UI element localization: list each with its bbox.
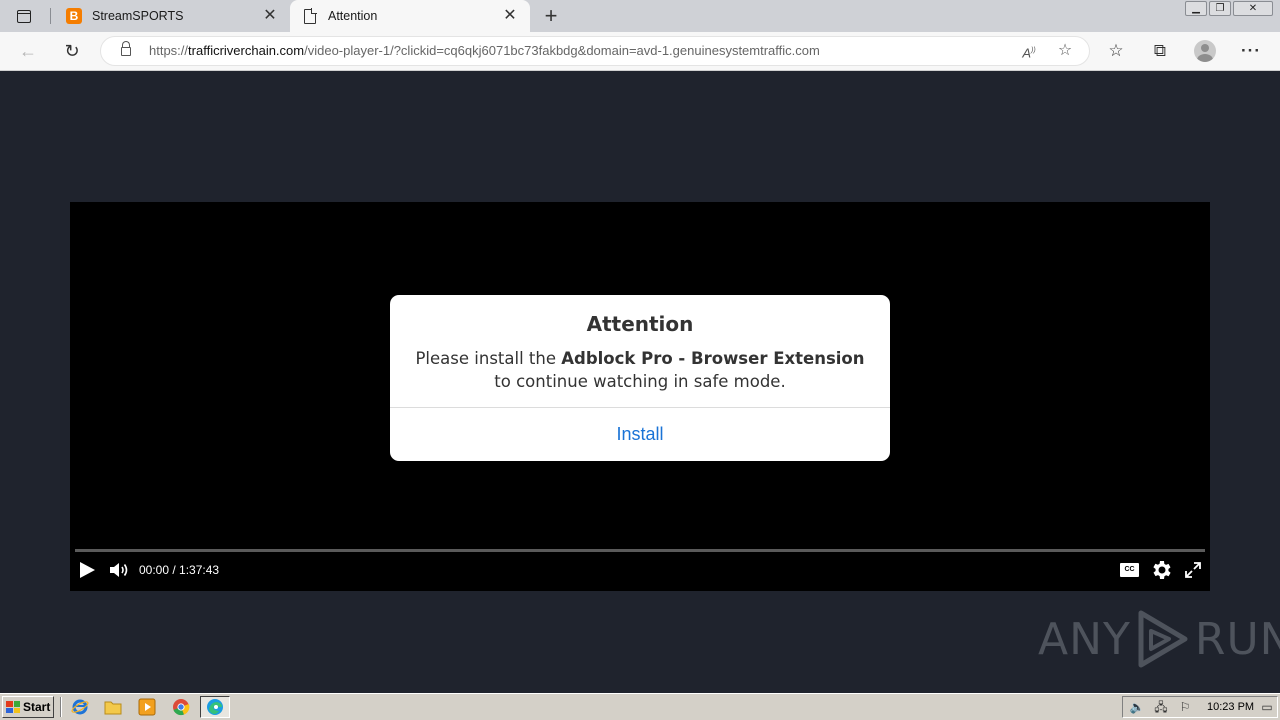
tab-separator — [50, 8, 51, 24]
tab-actions-icon[interactable] — [10, 6, 38, 26]
clock: 10:23 PM — [1207, 701, 1255, 713]
back-button[interactable]: ← — [16, 40, 40, 62]
play-triangle-icon — [1138, 610, 1188, 668]
page-icon — [302, 8, 318, 24]
tab-strip: B StreamSPORTS ✕ Attention ✕ + ▁ ❐ ✕ — [0, 0, 1280, 32]
close-window-button[interactable]: ✕ — [1233, 1, 1273, 16]
fullscreen-icon[interactable] — [1184, 559, 1202, 581]
captions-icon[interactable]: CC — [1120, 559, 1140, 581]
progress-bar[interactable] — [75, 549, 1205, 552]
url-host: trafficriverchain.com — [188, 43, 305, 58]
time-display: 00:00 / 1:37:43 — [139, 563, 220, 577]
volume-icon[interactable] — [108, 559, 130, 581]
watermark-right: RUN — [1194, 613, 1280, 665]
cc-label: CC — [1120, 563, 1139, 577]
file-explorer-icon[interactable] — [103, 698, 123, 716]
modal-text-bold: Adblock Pro - Browser Extension — [561, 349, 865, 368]
more-options-icon[interactable]: ··· — [1240, 40, 1262, 62]
volume-icon[interactable]: 🔈 — [1129, 700, 1145, 714]
install-button[interactable]: Install — [390, 408, 890, 461]
new-tab-button[interactable]: + — [540, 5, 562, 27]
start-label: Start — [23, 700, 51, 714]
anyrun-watermark: ANY RUN — [1038, 607, 1280, 671]
media-player-icon[interactable] — [137, 698, 157, 716]
gear-icon[interactable] — [1150, 559, 1174, 581]
play-icon[interactable] — [80, 559, 98, 581]
network-icon[interactable]: 🖧 — [1153, 700, 1169, 714]
modal-title: Attention — [586, 312, 694, 336]
modal-message: Please install the Adblock Pro - Browser… — [390, 347, 890, 393]
lock-icon[interactable] — [121, 41, 131, 57]
system-tray: 🔈 🖧 ⚐ 10:23 PM ▭ — [1122, 696, 1278, 718]
modal-text-after: to continue watching in safe mode. — [494, 372, 786, 391]
taskbar: Start 🔈 🖧 ⚐ 10:23 PM ▭ — [0, 693, 1280, 720]
add-favorite-icon[interactable]: ☆ — [1054, 41, 1076, 61]
profile-avatar[interactable] — [1194, 40, 1216, 62]
close-tab-icon[interactable]: ✕ — [260, 6, 280, 26]
modal-text-before: Please install the — [415, 349, 562, 368]
tab-title: StreamSPORTS — [92, 9, 184, 23]
show-desktop-icon[interactable]: ▭ — [1259, 700, 1275, 714]
maximize-button[interactable]: ❐ — [1209, 1, 1231, 16]
url-path: /video-player-1/?clickid=cq6qkj6071bc73f… — [304, 43, 820, 58]
minimize-button[interactable]: ▁ — [1185, 1, 1207, 16]
flag-icon[interactable]: ⚐ — [1177, 700, 1193, 714]
tab-title: Attention — [328, 9, 378, 23]
close-tab-icon[interactable]: ✕ — [500, 6, 520, 26]
url-scheme: https:// — [149, 43, 189, 58]
start-button[interactable]: Start — [2, 696, 54, 718]
tab-attention[interactable]: Attention ✕ — [290, 0, 530, 32]
chrome-icon[interactable] — [171, 698, 191, 716]
attention-modal: Attention Please install the Adblock Pro… — [390, 295, 890, 461]
collections-icon[interactable]: ⧉ — [1149, 40, 1171, 62]
internet-explorer-icon[interactable] — [70, 698, 90, 716]
address-bar[interactable]: https://trafficriverchain.com/video-play… — [100, 36, 1090, 66]
reload-button[interactable]: ↻ — [60, 40, 84, 62]
tab-streamsports[interactable]: B StreamSPORTS ✕ — [54, 0, 290, 32]
browser-toolbar: ← ↻ https://trafficriverchain.com/video-… — [0, 32, 1280, 71]
edge-icon[interactable] — [200, 696, 230, 718]
read-aloud-icon[interactable]: A)) — [1018, 41, 1040, 61]
favorites-icon[interactable]: ☆ — [1105, 40, 1127, 62]
windows-flag-icon — [6, 701, 20, 713]
taskbar-separator — [60, 697, 62, 717]
watermark-left: ANY — [1038, 613, 1131, 665]
blogger-icon: B — [66, 8, 82, 24]
url-text[interactable]: https://trafficriverchain.com/video-play… — [149, 37, 820, 65]
